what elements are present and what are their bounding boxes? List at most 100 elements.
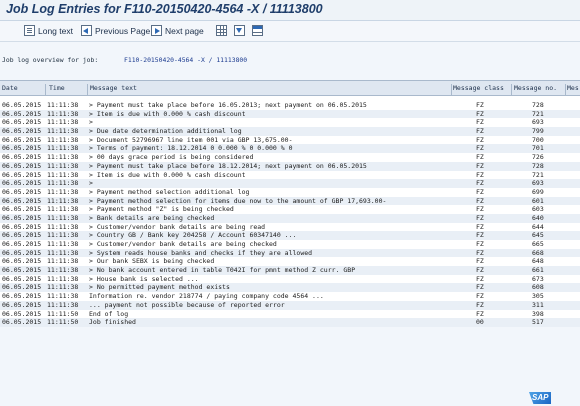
- table-row[interactable]: 06.05.2015 11:11:38 > Payment method selec…: [0, 196, 580, 206]
- column-header-message-text[interactable]: Message text: [90, 84, 137, 92]
- cell-message-text: > House bank is selected ...: [89, 274, 199, 283]
- cell-time: 11:11:38: [47, 109, 79, 118]
- table-row[interactable]: 06.05.2015 11:11:38 > Payment must take pl…: [0, 161, 580, 171]
- cell-message-text: > No bank account entered in table T042I…: [89, 266, 356, 275]
- cell-message-text: > Document 52796967 line item 001 via GB…: [89, 135, 293, 144]
- column-header-time[interactable]: Time: [49, 84, 65, 92]
- table-row[interactable]: 06.05.2015 11:11:38 > Our bank SEBX is bei…: [0, 257, 580, 267]
- table-row[interactable]: 06.05.2015 11:11:38 > Country GB / Bank ke…: [0, 231, 580, 240]
- cell-message-text: > Due date determination additional log: [89, 127, 242, 136]
- table-row[interactable]: 06.05.2015 11:11:38 > FZ 693: [0, 118, 580, 128]
- cell-time: 11:11:38: [47, 187, 79, 196]
- table-row[interactable]: 06.05.2015 11:11:38 > Bank details are bei…: [0, 213, 580, 223]
- cell-message-no: 726: [532, 153, 544, 162]
- cell-date: 06.05.2015: [2, 283, 42, 292]
- cell-date: 06.05.2015: [2, 248, 42, 257]
- column-header-message-class[interactable]: Message class: [453, 84, 504, 92]
- cell-message-class: FZ: [476, 274, 484, 283]
- cell-time: 11:11:38: [47, 248, 79, 257]
- cell-date: 06.05.2015: [2, 109, 42, 118]
- cell-message-no: 645: [532, 231, 544, 240]
- cell-time: 11:11:38: [47, 213, 79, 222]
- column-header-date[interactable]: Date: [2, 84, 18, 92]
- table-row[interactable]: 06.05.2015 11:11:50 Job finished 00 517: [0, 318, 580, 327]
- cell-date: 06.05.2015: [2, 153, 42, 162]
- cell-message-class: FZ: [476, 292, 484, 301]
- cell-message-class: FZ: [476, 153, 484, 162]
- table-row[interactable]: 06.05.2015 11:11:38 > 00 days grace period…: [0, 153, 580, 162]
- cell-message-text: > Bank details are being checked: [89, 213, 215, 222]
- table-row[interactable]: 06.05.2015 11:11:38 > Customer/vendor bank…: [0, 222, 580, 232]
- table-row[interactable]: 06.05.2015 11:11:38 > Customer/vendor bank…: [0, 240, 580, 249]
- cell-time: 11:11:38: [47, 292, 79, 301]
- cell-date: 06.05.2015: [2, 127, 42, 136]
- cell-time: 11:11:38: [47, 196, 79, 205]
- table-row[interactable]: 06.05.2015 11:11:38 > Item is due with 0.0…: [0, 109, 580, 119]
- cell-date: 06.05.2015: [2, 135, 42, 144]
- cell-message-class: FZ: [476, 101, 484, 109]
- cell-message-text: > Customer/vendor bank details are being…: [89, 222, 266, 231]
- cell-message-class: FZ: [476, 248, 484, 257]
- cell-message-no: 311: [532, 300, 544, 309]
- cell-message-text: > Item is due with 0.000 % cash discount: [89, 170, 246, 179]
- cell-time: 11:11:38: [47, 231, 79, 240]
- table-row[interactable]: 06.05.2015 11:11:38 > Item is due with 0.0…: [0, 170, 580, 180]
- table-row[interactable]: 06.05.2015 11:11:38 > Payment method "Z" i…: [0, 205, 580, 214]
- cell-time: 11:11:38: [47, 118, 79, 127]
- table-icon[interactable]: [252, 25, 263, 36]
- filter-icon[interactable]: [234, 25, 245, 36]
- details-icon: [24, 25, 35, 36]
- table-row[interactable]: 06.05.2015 11:11:38 > Payment method selec…: [0, 187, 580, 197]
- cell-time: 11:11:38: [47, 283, 79, 292]
- cell-message-no: 640: [532, 213, 544, 222]
- next-page-button[interactable]: Next page: [151, 23, 204, 38]
- cell-time: 11:11:38: [47, 222, 79, 231]
- title-bar: Job Log Entries for F110-20150420-4564 -…: [0, 0, 580, 21]
- cell-message-class: FZ: [476, 196, 484, 205]
- previous-page-button[interactable]: Previous Page: [81, 23, 150, 38]
- table-row[interactable]: 06.05.2015 11:11:38 > House bank is select…: [0, 274, 580, 284]
- table-row[interactable]: 06.05.2015 11:11:38 ... payment not possib…: [0, 300, 580, 310]
- table-row[interactable]: 06.05.2015 11:11:50 End of log FZ 398: [0, 309, 580, 319]
- cell-message-class: FZ: [476, 170, 484, 179]
- cell-message-text: > Item is due with 0.000 % cash discount: [89, 109, 246, 118]
- table-row[interactable]: 06.05.2015 11:11:38 > System reads house b…: [0, 248, 580, 258]
- long-text-button[interactable]: Long text: [24, 23, 73, 38]
- column-header-message-no[interactable]: Message no.: [514, 84, 557, 92]
- cell-time: 11:11:38: [47, 300, 79, 309]
- cell-message-class: FZ: [476, 144, 484, 153]
- cell-time: 11:11:38: [47, 205, 79, 214]
- cell-date: 06.05.2015: [2, 118, 42, 127]
- column-header-truncated[interactable]: Mes: [567, 84, 579, 92]
- cell-date: 06.05.2015: [2, 170, 42, 179]
- previous-page-label: Previous Page: [95, 25, 151, 36]
- table-row[interactable]: 06.05.2015 11:11:38 > No permitted payment…: [0, 283, 580, 293]
- table-row[interactable]: 06.05.2015 11:11:38 Information re. vendor…: [0, 292, 580, 301]
- cell-message-text: End of log: [89, 309, 129, 318]
- table-row[interactable]: 06.05.2015 11:11:38 > Document 52796967 li…: [0, 135, 580, 145]
- cell-time: 11:11:38: [47, 179, 79, 188]
- table-row[interactable]: 06.05.2015 11:11:38 > Due date determinati…: [0, 127, 580, 136]
- table-row[interactable]: 06.05.2015 11:11:38 > Terms of payment: 18…: [0, 144, 580, 154]
- long-text-label: Long text: [38, 25, 73, 36]
- cell-message-text: > Customer/vendor bank details are being…: [89, 240, 277, 248]
- job-overview-value: F110-20150420-4564 -X / 11113800: [124, 56, 248, 64]
- table-row[interactable]: 06.05.2015 11:11:38 > Payment must take pl…: [0, 101, 580, 110]
- grid-icon[interactable]: [216, 25, 227, 36]
- cell-date: 06.05.2015: [2, 179, 42, 188]
- previous-page-icon: [81, 25, 92, 36]
- cell-message-text: Job finished: [89, 318, 136, 327]
- cell-date: 06.05.2015: [2, 205, 42, 214]
- cell-message-no: 673: [532, 274, 544, 283]
- table-row[interactable]: 06.05.2015 11:11:38 > No bank account ente…: [0, 266, 580, 275]
- cell-message-class: FZ: [476, 161, 484, 170]
- cell-date: 06.05.2015: [2, 101, 42, 109]
- cell-date: 06.05.2015: [2, 266, 42, 275]
- cell-message-no: 601: [532, 196, 544, 205]
- cell-message-class: FZ: [476, 187, 484, 196]
- cell-date: 06.05.2015: [2, 300, 42, 309]
- cell-message-no: 668: [532, 248, 544, 257]
- cell-date: 06.05.2015: [2, 196, 42, 205]
- table-row[interactable]: 06.05.2015 11:11:38 > FZ 693: [0, 179, 580, 188]
- cell-time: 11:11:38: [47, 127, 79, 136]
